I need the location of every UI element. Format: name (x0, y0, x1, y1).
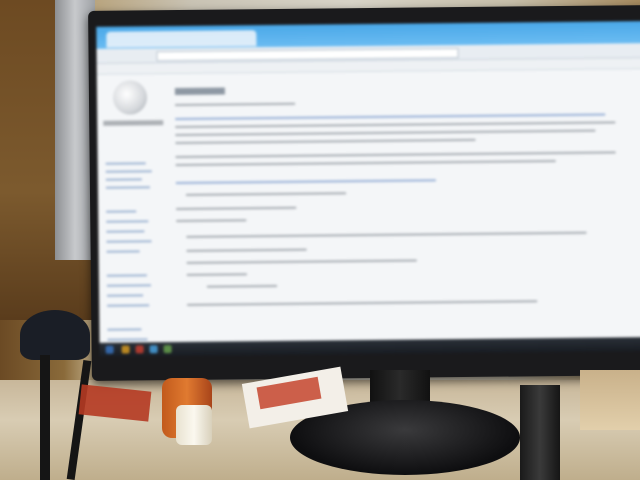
sidebar-link[interactable] (106, 220, 149, 223)
dark-bottle (520, 385, 560, 480)
cardboard-box (580, 370, 640, 430)
formula-line (176, 206, 297, 211)
sidebar-link[interactable] (106, 230, 145, 233)
lamp-arm (66, 360, 92, 480)
lamp-arm (40, 355, 50, 480)
text-line (175, 138, 476, 145)
list-item (186, 231, 587, 238)
text-line (175, 102, 296, 107)
list-item (186, 248, 307, 252)
jar (176, 405, 212, 445)
text-line (175, 179, 436, 185)
lamp-head (20, 310, 90, 360)
sidebar-link[interactable] (105, 170, 152, 173)
list-item (187, 300, 538, 306)
formula-line (176, 219, 247, 223)
formula-line (206, 284, 277, 288)
sidebar-link[interactable] (107, 294, 144, 297)
list-item (186, 273, 247, 276)
sidebar-link[interactable] (106, 274, 147, 277)
sidebar-link[interactable] (105, 162, 146, 165)
taskbar-icons[interactable] (149, 345, 158, 354)
url-field[interactable] (156, 48, 459, 62)
text-line (175, 151, 616, 159)
sidebar-link[interactable] (105, 178, 142, 181)
sidebar-link[interactable] (107, 338, 148, 341)
text-line (175, 160, 556, 167)
taskbar-icons[interactable] (121, 345, 130, 354)
text-line (175, 121, 616, 129)
taskbar-icons[interactable] (163, 345, 172, 354)
browser-tab-icon[interactable] (106, 30, 257, 48)
list-item (186, 259, 417, 264)
sidebar-link[interactable] (106, 250, 140, 253)
sidebar-link[interactable] (106, 284, 151, 287)
sidebar-link[interactable] (107, 328, 142, 331)
article-content (174, 69, 640, 342)
wiki-wordmark (103, 120, 164, 126)
screen (96, 21, 640, 357)
sidebar-link[interactable] (107, 304, 150, 307)
sidebar-link[interactable] (106, 240, 152, 243)
monitor (88, 5, 640, 381)
page-title (174, 87, 225, 96)
wikipedia-globe-icon[interactable] (112, 80, 148, 115)
sidebar-link[interactable] (105, 186, 150, 189)
taskbar-icons[interactable] (135, 345, 144, 354)
text-line (175, 129, 596, 137)
sidebar-link[interactable] (106, 210, 137, 213)
text-line (175, 113, 606, 121)
formula-line (185, 192, 347, 196)
